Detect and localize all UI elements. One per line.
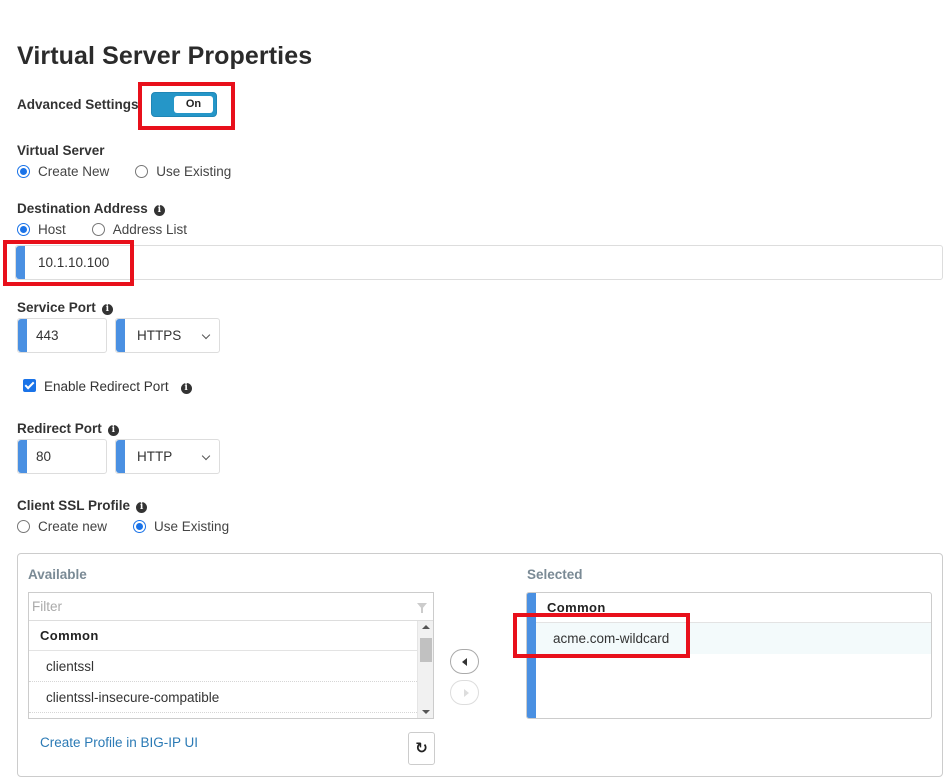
radio-use-existing-ssl-label: Use Existing xyxy=(154,519,230,534)
destination-address-text: Destination Address xyxy=(17,201,148,216)
highlight-box-destination xyxy=(3,240,134,286)
service-port-protocol-value: HTTPS xyxy=(137,328,182,343)
chevron-down-icon xyxy=(201,330,211,340)
radio-use-existing-label: Use Existing xyxy=(156,164,232,179)
scroll-down-icon[interactable] xyxy=(422,710,430,714)
enable-redirect-text: Enable Redirect Port xyxy=(44,379,169,394)
scroll-up-icon[interactable] xyxy=(422,625,430,629)
radio-host[interactable] xyxy=(17,223,30,236)
available-group-header: Common xyxy=(29,621,433,651)
virtual-server-radio-group: Create New Use Existing xyxy=(17,164,231,179)
refresh-button[interactable]: ↻ xyxy=(408,732,435,765)
service-port-value: 443 xyxy=(36,328,59,343)
service-port-protocol-select[interactable]: HTTPS xyxy=(115,318,220,353)
client-ssl-label: Client SSL Profile i xyxy=(17,498,148,513)
destination-radio-group: Host Address List xyxy=(17,222,187,237)
page-title: Virtual Server Properties xyxy=(17,42,313,70)
radio-create-new-ssl[interactable] xyxy=(17,520,30,533)
selected-label: Selected xyxy=(527,567,583,582)
refresh-icon: ↻ xyxy=(415,739,428,757)
redirect-port-protocol-value: HTTP xyxy=(137,449,173,464)
move-left-button[interactable] xyxy=(450,649,479,674)
redirect-port-value: 80 xyxy=(36,449,52,464)
client-ssl-radio-group: Create new Use Existing xyxy=(17,519,229,534)
destination-address-input[interactable]: 10.1.10.100 xyxy=(15,245,943,280)
radio-host-label: Host xyxy=(38,222,66,237)
virtual-server-label: Virtual Server xyxy=(17,143,105,158)
filter-placeholder: Filter xyxy=(32,599,62,614)
radio-address-list-label: Address List xyxy=(112,222,188,237)
list-item[interactable]: clientssl xyxy=(29,651,433,682)
info-icon[interactable]: i xyxy=(107,425,119,436)
destination-address-label: Destination Address i xyxy=(17,201,165,216)
highlight-box-selected xyxy=(513,613,690,658)
radio-create-new[interactable] xyxy=(17,165,30,178)
enable-redirect-checkbox[interactable] xyxy=(23,379,36,392)
advanced-settings-label: Advanced Settings xyxy=(17,97,139,112)
info-icon[interactable]: i xyxy=(101,304,113,315)
create-profile-link[interactable]: Create Profile in BIG-IP UI xyxy=(40,735,198,750)
redirect-port-text: Redirect Port xyxy=(17,421,102,436)
info-icon[interactable]: i xyxy=(136,502,148,513)
chevron-down-icon xyxy=(201,451,211,461)
client-ssl-text: Client SSL Profile xyxy=(17,498,131,513)
radio-create-new-label: Create New xyxy=(38,164,110,179)
chevron-right-icon xyxy=(464,689,469,697)
info-icon[interactable]: i xyxy=(180,383,192,394)
scroll-thumb[interactable] xyxy=(420,638,432,662)
list-item[interactable]: clientssl-insecure-compatible xyxy=(29,682,433,713)
move-right-button[interactable] xyxy=(450,680,479,705)
service-port-label: Service Port i xyxy=(17,300,113,315)
radio-create-new-ssl-label: Create new xyxy=(38,519,108,534)
profile-picker-panel: Available Filter Common clientssl client… xyxy=(17,553,943,777)
radio-use-existing[interactable] xyxy=(135,165,149,178)
highlight-box-toggle xyxy=(138,82,235,130)
scrollbar[interactable] xyxy=(417,621,433,718)
chevron-left-icon xyxy=(462,658,467,666)
info-icon[interactable]: i xyxy=(153,205,165,216)
radio-address-list[interactable] xyxy=(91,223,105,236)
service-port-input[interactable]: 443 xyxy=(17,318,107,353)
redirect-port-input[interactable]: 80 xyxy=(17,439,107,474)
available-label: Available xyxy=(28,567,87,582)
filter-icon xyxy=(417,603,427,613)
service-port-text: Service Port xyxy=(17,300,96,315)
filter-input[interactable]: Filter xyxy=(29,593,433,621)
enable-redirect-label: Enable Redirect Port i xyxy=(44,379,192,394)
radio-use-existing-ssl[interactable] xyxy=(133,520,147,533)
redirect-port-label: Redirect Port i xyxy=(17,421,119,436)
available-listbox[interactable]: Filter Common clientssl clientssl-insecu… xyxy=(28,592,434,719)
redirect-port-protocol-select[interactable]: HTTP xyxy=(115,439,220,474)
